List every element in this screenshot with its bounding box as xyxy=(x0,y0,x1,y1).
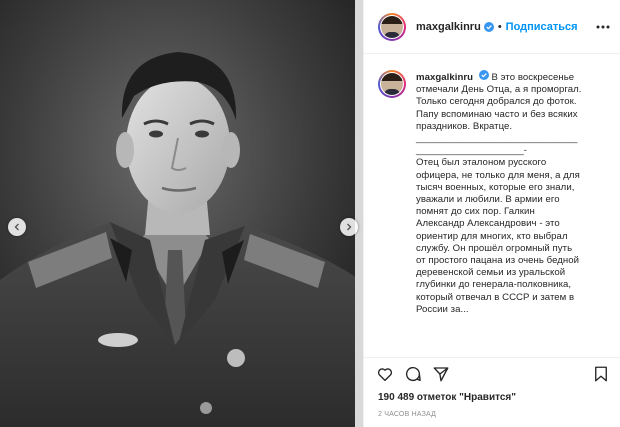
caption-line: от простого пацана из очень бедной xyxy=(416,255,580,267)
caption-line: России за... xyxy=(416,303,469,315)
previous-photo-button[interactable] xyxy=(8,218,26,236)
avatar[interactable] xyxy=(378,12,406,41)
follow-button[interactable]: Подписаться xyxy=(506,21,578,33)
portrait-photo xyxy=(0,0,363,427)
likes-count[interactable]: 190 489 отметок "Нравится" xyxy=(364,389,620,407)
caption-line: деревенской семьи из уральской xyxy=(416,267,566,279)
post-info-panel: maxgalkinru • Подписаться maxgalkinru В … xyxy=(363,0,620,427)
avatar-image xyxy=(381,15,403,38)
caption-line: ______________________________ xyxy=(416,133,578,145)
bookmark-icon xyxy=(595,366,607,381)
caption-line: помнят до сих пор. Галкин xyxy=(416,206,535,218)
comment-icon xyxy=(405,366,421,381)
verified-badge-icon xyxy=(483,21,494,32)
post-photo[interactable] xyxy=(0,0,363,427)
caption-line: Отец был эталоном русского xyxy=(416,157,547,169)
caption-line: который отвечал в СССР и затем в xyxy=(416,291,575,303)
caption-line: отмечали День Отца, а я проморгал. xyxy=(416,84,582,96)
like-button[interactable] xyxy=(376,365,394,383)
more-options-icon[interactable] xyxy=(596,25,610,29)
post-header: maxgalkinru • Подписаться xyxy=(364,0,620,54)
action-bar xyxy=(364,357,620,389)
header-username[interactable]: maxgalkinru xyxy=(416,21,481,33)
caption-line: ориентир для многих, кто выбрал xyxy=(416,230,568,242)
caption-row: maxgalkinru В это воскресенье отмечали Д… xyxy=(378,70,610,316)
caption-avatar[interactable] xyxy=(378,70,406,98)
chevron-right-icon xyxy=(347,223,352,231)
share-icon xyxy=(433,366,449,381)
caption-line-text: В это воскресенье xyxy=(491,72,575,83)
caption-line: офицера, не только для меня, а для xyxy=(416,169,580,181)
caption-avatar-ring xyxy=(380,72,404,96)
comment-button[interactable] xyxy=(404,365,422,383)
caption-line: Только сегодня добрался до фоток. xyxy=(416,96,577,108)
caption-line: Александр Александрович - это xyxy=(416,218,560,230)
next-photo-button[interactable] xyxy=(340,218,358,236)
caption-text: maxgalkinru В это воскресенье отмечали Д… xyxy=(416,70,610,316)
verified-badge-icon xyxy=(478,70,489,80)
caption-line: ____________________- xyxy=(416,145,527,157)
instagram-post: maxgalkinru • Подписаться maxgalkinru В … xyxy=(0,0,620,427)
separator-dot: • xyxy=(497,20,502,33)
comments-area[interactable]: maxgalkinru В это воскресенье отмечали Д… xyxy=(364,54,620,357)
chevron-left-icon xyxy=(14,223,19,231)
caption-avatar-image xyxy=(381,73,403,95)
caption-line: Папу вспоминаю часто и без всяких xyxy=(416,108,578,120)
caption-line: тысяч военных, которые его знали, xyxy=(416,181,575,193)
avatar-ring xyxy=(380,14,404,39)
share-button[interactable] xyxy=(432,365,450,383)
caption-line: уважали и любили. В армии его xyxy=(416,194,560,206)
caption-line: праздников. Вкратце. xyxy=(416,120,513,132)
caption-line: службу. Он прошёл огромный путь xyxy=(416,242,573,254)
heart-icon xyxy=(377,367,393,381)
post-timestamp[interactable]: 2 ЧАСОВ НАЗАД xyxy=(364,407,620,427)
caption-username[interactable]: maxgalkinru xyxy=(416,72,473,83)
caption-line: maxgalkinru В это воскресенье xyxy=(416,70,610,84)
save-button[interactable] xyxy=(592,365,610,383)
caption-line: глубинки до генерала-полковника, xyxy=(416,279,572,291)
